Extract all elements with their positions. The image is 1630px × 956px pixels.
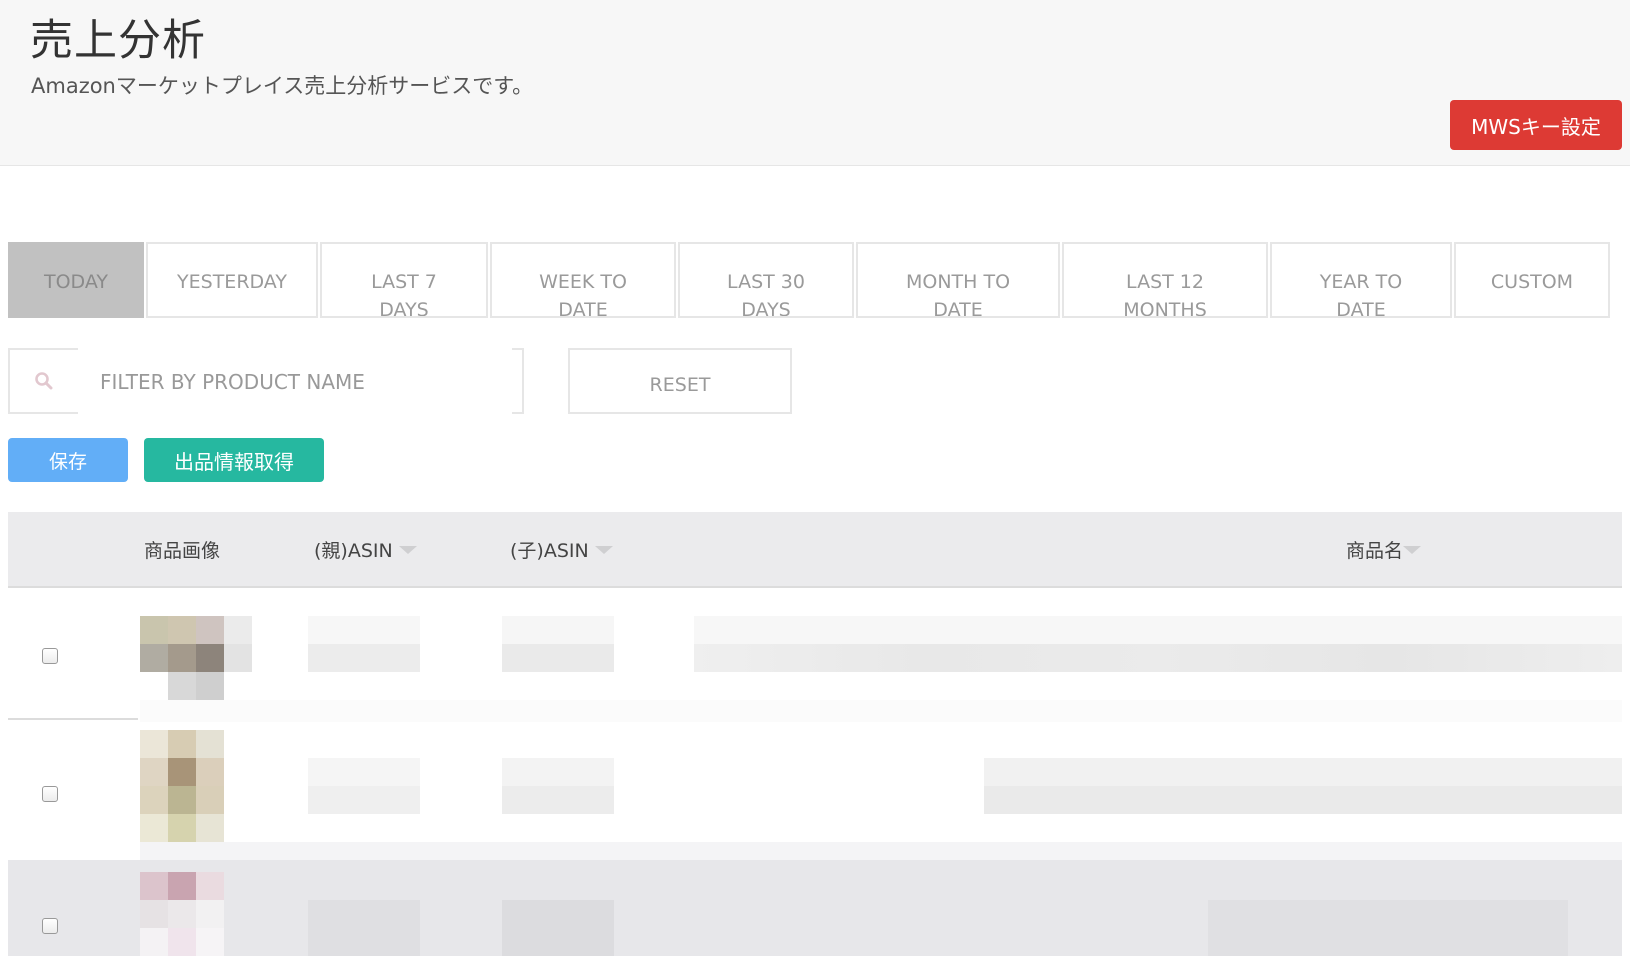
- product-name-filter-input[interactable]: [78, 348, 524, 414]
- child-asin-cell: [502, 786, 614, 814]
- parent-asin-cell: [308, 758, 420, 786]
- tab-week-to-date[interactable]: WEEK TO DATE: [490, 242, 676, 318]
- child-asin-cell: [502, 900, 614, 956]
- tab-custom[interactable]: CUSTOM: [1454, 242, 1610, 318]
- child-asin-cell: [502, 758, 614, 786]
- parent-asin-cell: [308, 616, 420, 644]
- product-name-cell: [694, 616, 1622, 644]
- column-parent-asin-label: (親)ASIN: [314, 540, 393, 562]
- parent-asin-cell: [308, 786, 420, 814]
- child-asin-cell: [502, 616, 614, 644]
- child-asin-cell: [502, 644, 614, 672]
- parent-asin-cell: [308, 900, 420, 956]
- table-header: 商品画像 (親)ASIN (子)ASIN 商品名: [8, 512, 1622, 588]
- product-name-cell: [694, 644, 1622, 672]
- column-child-asin-label: (子)ASIN: [510, 540, 589, 562]
- tab-last-30-days[interactable]: LAST 30 DAYS: [678, 242, 854, 318]
- product-thumbnail: [140, 730, 224, 842]
- row-checkbox[interactable]: [42, 648, 58, 664]
- parent-asin-cell: [308, 644, 420, 672]
- row-divider: [8, 718, 138, 720]
- product-name-cell: [984, 786, 1622, 814]
- column-product-name-label: 商品名: [1346, 540, 1404, 562]
- search-icon[interactable]: [8, 348, 78, 414]
- page-subtitle: Amazonマーケットプレイス売上分析サービスです。: [31, 74, 534, 98]
- table-row: [8, 730, 1622, 860]
- page-header: 売上分析 Amazonマーケットプレイス売上分析サービスです。 MWSキー設定: [0, 0, 1630, 166]
- column-product-image-label: 商品画像: [144, 540, 221, 562]
- tab-today[interactable]: TODAY: [8, 242, 144, 318]
- date-range-tabs: TODAY YESTERDAY LAST 7 DAYS WEEK TO DATE…: [8, 242, 1622, 318]
- column-parent-asin[interactable]: (親)ASIN: [314, 536, 417, 563]
- sort-caret-icon[interactable]: [594, 545, 613, 554]
- row-checkbox[interactable]: [42, 918, 58, 934]
- column-product-image: 商品画像: [144, 536, 220, 563]
- tab-last-12-months[interactable]: LAST 12 MONTHS: [1062, 242, 1268, 318]
- mws-key-settings-button[interactable]: MWSキー設定: [1450, 100, 1622, 150]
- row-blur: [140, 700, 1622, 722]
- column-child-asin[interactable]: (子)ASIN: [510, 536, 613, 563]
- filter-input-border: [512, 348, 524, 414]
- row-blur: [140, 842, 1622, 860]
- reset-button[interactable]: RESET: [568, 348, 792, 414]
- sort-caret-icon[interactable]: [1403, 545, 1422, 554]
- product-name-cell: [1208, 900, 1568, 956]
- tab-month-to-date[interactable]: MONTH TO DATE: [856, 242, 1060, 318]
- row-checkbox[interactable]: [42, 786, 58, 802]
- tab-yesterday[interactable]: YESTERDAY: [146, 242, 318, 318]
- tab-last-7-days[interactable]: LAST 7 DAYS: [320, 242, 488, 318]
- product-filter: [8, 348, 524, 414]
- tab-year-to-date[interactable]: YEAR TO DATE: [1270, 242, 1452, 318]
- fetch-listing-info-button[interactable]: 出品情報取得: [144, 438, 324, 482]
- product-thumbnail: [140, 616, 252, 700]
- product-name-cell: [984, 758, 1622, 786]
- table-row: [8, 590, 1622, 722]
- save-button[interactable]: 保存: [8, 438, 128, 482]
- product-thumbnail: [140, 872, 224, 956]
- column-product-name[interactable]: 商品名: [1346, 536, 1422, 563]
- page-title: 売上分析: [30, 16, 206, 66]
- sort-caret-icon[interactable]: [398, 545, 417, 554]
- table-row: [8, 860, 1622, 956]
